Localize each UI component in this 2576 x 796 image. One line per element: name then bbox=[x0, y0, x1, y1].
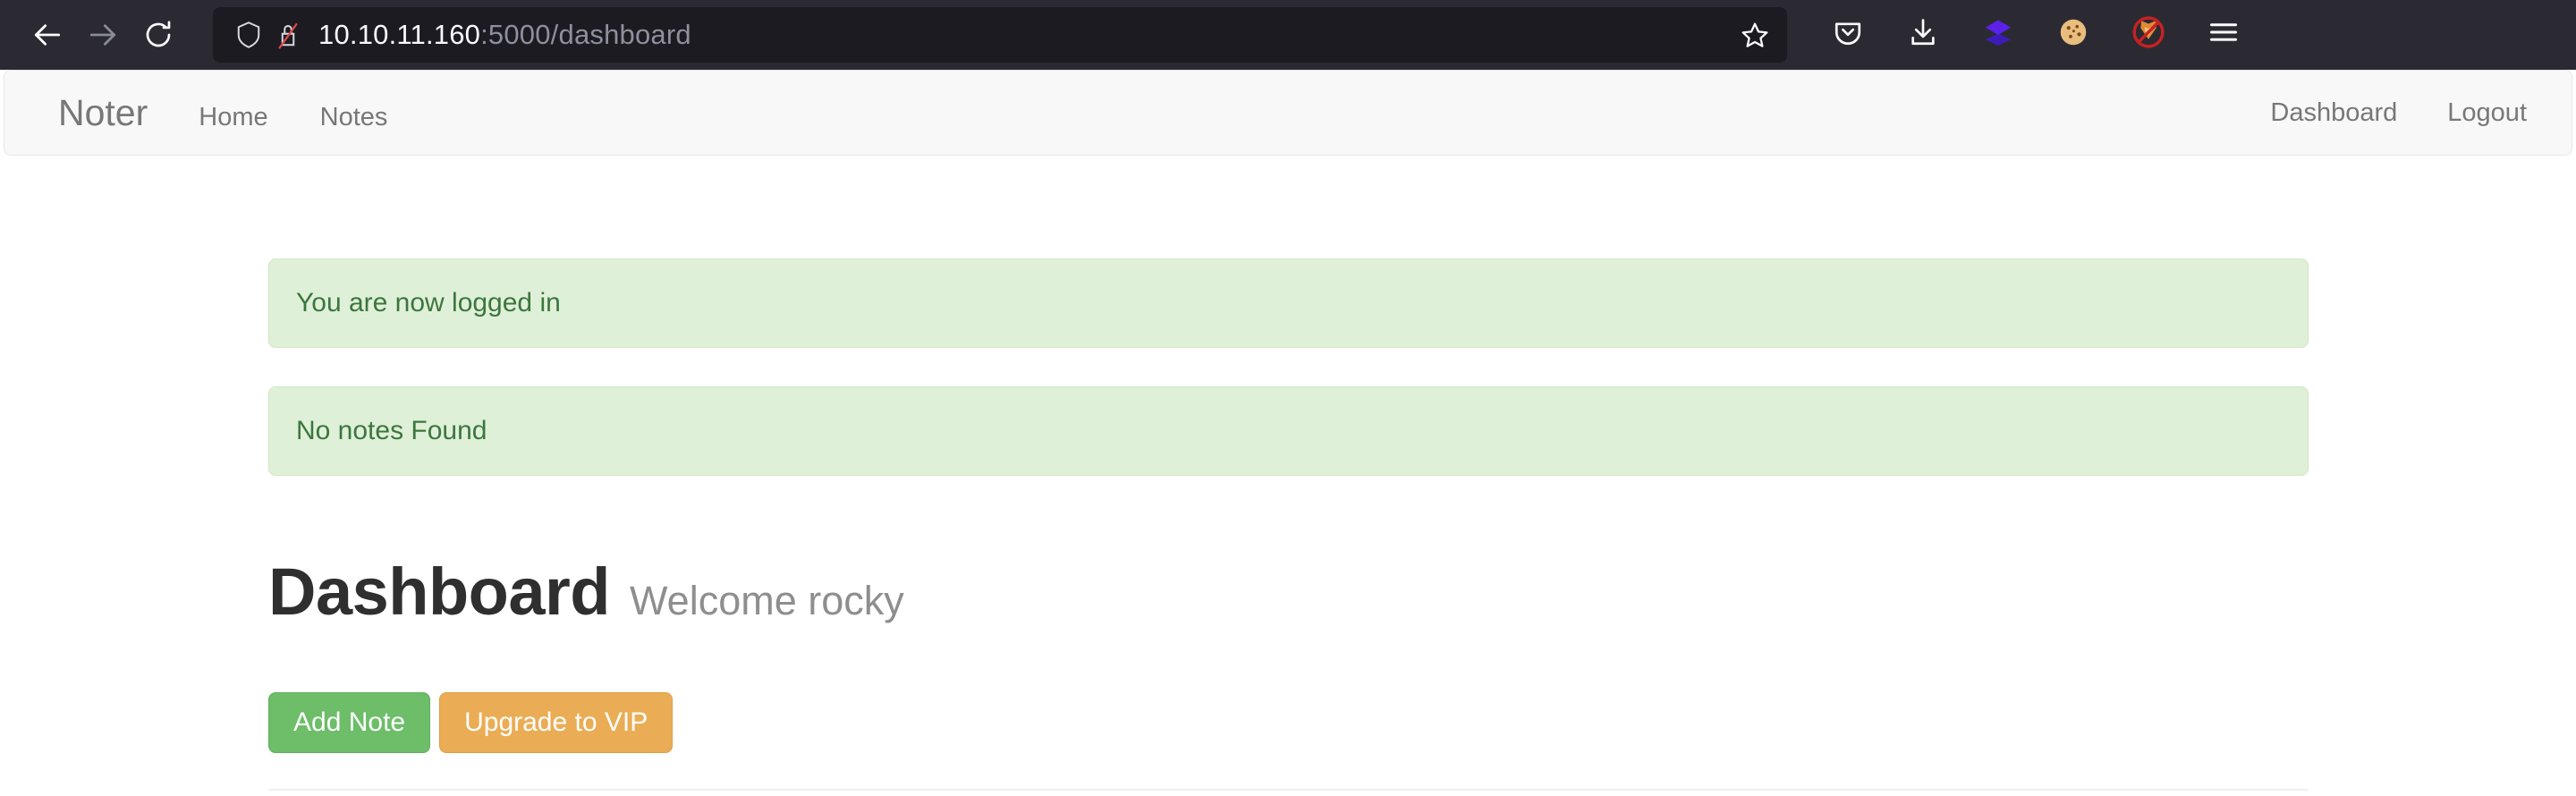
app-navbar: Noter Home Notes Dashboard Logout bbox=[4, 70, 2572, 156]
add-note-button[interactable]: Add Note bbox=[268, 692, 431, 753]
cookie-button[interactable] bbox=[2048, 10, 2098, 60]
no-fox-button[interactable] bbox=[2123, 10, 2174, 60]
url-bar[interactable]: 10.10.11.160:5000/dashboard bbox=[213, 7, 1787, 63]
section-divider bbox=[268, 788, 2309, 791]
pocket-button[interactable] bbox=[1823, 10, 1873, 60]
reload-button[interactable] bbox=[131, 7, 186, 63]
hamburger-menu-button[interactable] bbox=[2199, 10, 2249, 60]
cookie-icon bbox=[2057, 16, 2089, 54]
nav-link-home[interactable]: Home bbox=[173, 104, 293, 131]
downloads-button[interactable] bbox=[1898, 10, 1948, 60]
page-subtitle: Welcome rocky bbox=[630, 577, 904, 623]
url-host: 10.10.11.160 bbox=[318, 19, 481, 50]
navbar-right-group: Dashboard Logout bbox=[2245, 99, 2552, 126]
extension-layers-icon bbox=[1982, 16, 2014, 54]
forward-button[interactable] bbox=[75, 7, 131, 63]
browser-chrome: 10.10.11.160:5000/dashboard bbox=[0, 0, 2576, 70]
browser-toolbar-icons bbox=[1823, 10, 2249, 60]
page-header: Dashboard Welcome rocky bbox=[268, 514, 2309, 669]
alert-no-notes: No notes Found bbox=[268, 386, 2309, 476]
reload-icon bbox=[142, 19, 174, 51]
back-arrow-icon bbox=[30, 18, 64, 52]
alert-logged-in: You are now logged in bbox=[268, 258, 2309, 348]
forward-arrow-icon bbox=[86, 18, 120, 52]
navbar-left-group: Noter Home Notes bbox=[4, 94, 414, 131]
navbar-brand[interactable]: Noter bbox=[4, 94, 173, 131]
bookmark-star-icon[interactable] bbox=[1735, 15, 1775, 55]
nav-link-dashboard[interactable]: Dashboard bbox=[2245, 99, 2422, 126]
nav-link-logout[interactable]: Logout bbox=[2422, 99, 2552, 126]
shield-icon[interactable] bbox=[229, 15, 268, 55]
url-path: :5000/dashboard bbox=[480, 19, 691, 50]
extension-layers-button[interactable] bbox=[1973, 10, 2023, 60]
upgrade-to-vip-button[interactable]: Upgrade to VIP bbox=[439, 692, 674, 753]
pocket-icon bbox=[1833, 17, 1863, 53]
downloads-icon bbox=[1908, 17, 1938, 53]
no-fox-icon bbox=[2131, 15, 2165, 55]
page-viewport: Noter Home Notes Dashboard Logout You ar… bbox=[0, 70, 2576, 796]
lock-insecure-icon[interactable] bbox=[268, 15, 308, 55]
hamburger-menu-icon bbox=[2207, 16, 2240, 54]
action-buttons: Add Note Upgrade to VIP bbox=[268, 692, 2309, 753]
nav-link-notes[interactable]: Notes bbox=[294, 104, 414, 131]
back-button[interactable] bbox=[20, 7, 75, 63]
content-container: You are now logged in No notes Found Das… bbox=[268, 258, 2309, 796]
page-title: Dashboard bbox=[268, 554, 611, 629]
url-text[interactable]: 10.10.11.160:5000/dashboard bbox=[318, 19, 1735, 51]
